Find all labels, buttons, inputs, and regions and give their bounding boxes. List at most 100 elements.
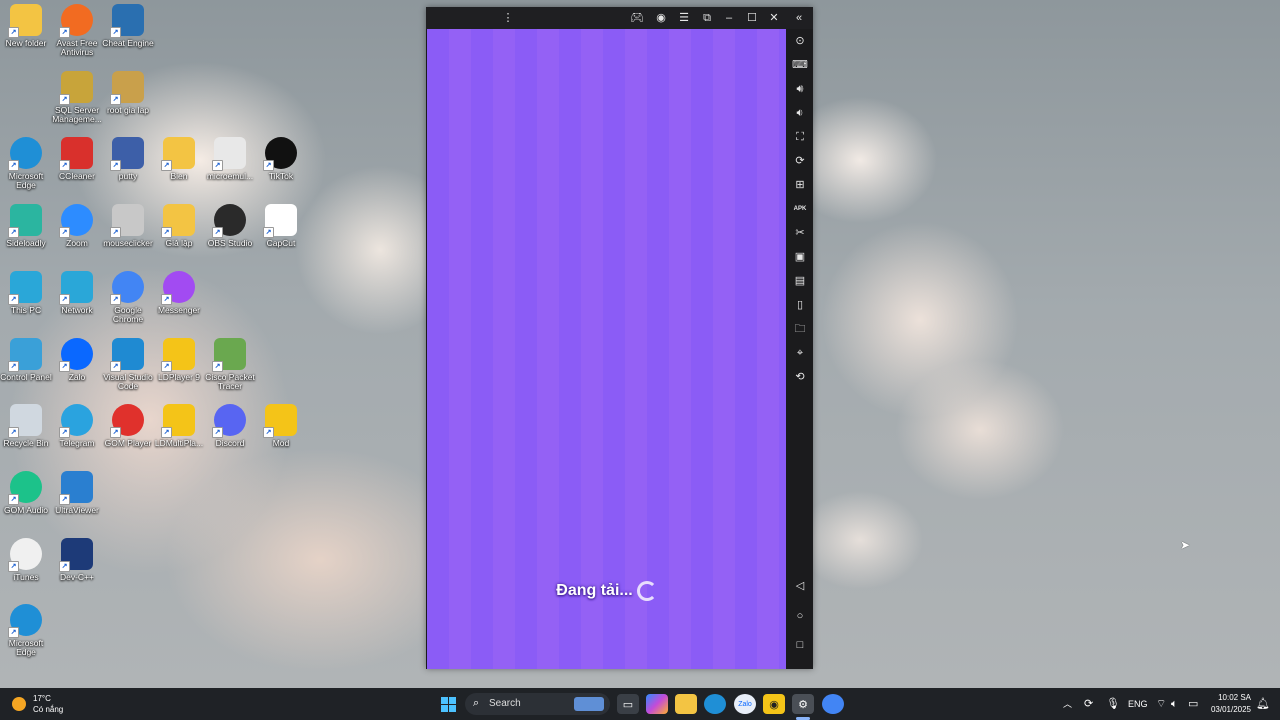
desktop-icon[interactable]: ↗ microemul... [203, 137, 257, 181]
desktop-icon[interactable]: ↗ New folder [0, 4, 53, 48]
desktop-icon[interactable]: ↗ Microsoft Edge [0, 604, 53, 657]
desktop-icon[interactable]: ↗ Control Panel [0, 337, 53, 382]
weather-icon[interactable] [12, 697, 26, 711]
cheat-engine-icon[interactable]: ⚙ [792, 694, 814, 714]
home-icon[interactable]: ○ [792, 608, 808, 624]
desktop-icon[interactable]: ↗ OBS Studio [203, 204, 257, 248]
desktop-icon[interactable]: ↗ Zalo [50, 337, 104, 382]
rotate-icon[interactable]: ⟲ [792, 369, 808, 385]
keyboard-icon[interactable]: ⌨ [792, 57, 808, 73]
file-explorer-icon[interactable] [675, 694, 697, 714]
gamepad-icon[interactable]: 🎮︎ [629, 10, 645, 26]
desktop-icon[interactable]: ↗ CCleaner [50, 137, 104, 181]
account-icon[interactable]: ◉ [653, 10, 669, 26]
desktop-icon[interactable]: ↗ root gia lap [101, 70, 155, 115]
desktop-icon-label: Giả lập [165, 238, 193, 249]
desktop-icon[interactable]: ↗ Network [50, 270, 104, 315]
folder-icon[interactable]: 🗀 [792, 321, 808, 337]
chrome-icon[interactable] [822, 694, 844, 714]
desktop-icon[interactable]: ↗ CapCut [254, 204, 308, 248]
ldplayer-icon[interactable]: ◉ [763, 694, 785, 714]
desktop-icon[interactable]: ↗ Giả lập [152, 204, 206, 248]
desktop-icon[interactable]: ↗ Cheat Engine [101, 4, 155, 48]
desktop-icon[interactable]: ↗ GOM Player [101, 404, 155, 448]
desktop-icon[interactable]: ↗ UltraViewer [50, 470, 104, 515]
shortcut-arrow-icon: ↗ [59, 227, 70, 239]
desktop-icon[interactable]: ↗ TikTok [254, 137, 308, 181]
desktop-icon-label: Zoom [66, 238, 88, 249]
desktop-icon[interactable]: ↗ Zoom [50, 204, 104, 248]
taskview-icon[interactable]: ▭ [617, 694, 639, 714]
minimize-icon[interactable]: – [721, 10, 737, 26]
desktop-icon[interactable]: ↗ Discord [203, 404, 257, 448]
edge-icon[interactable] [704, 694, 726, 714]
desktop-icon[interactable]: ↗ LDPlayer 9 [152, 337, 206, 382]
recent-apps-icon[interactable]: □ [792, 637, 808, 653]
battery-icon[interactable]: ▭ [1188, 688, 1198, 720]
shake-icon[interactable]: ▯ [792, 297, 808, 313]
volume-up-icon[interactable]: 🔊︎ [792, 81, 808, 97]
cut-icon[interactable]: ✂ [792, 225, 808, 241]
desktop-icon-label: Visual Studio Code [103, 371, 153, 391]
desktop-icon-label: Zalo [68, 371, 86, 382]
desktop-icon[interactable]: ↗ GOM Audio [0, 470, 53, 515]
screenshot-icon[interactable]: ⛶ [792, 129, 808, 145]
operation-record-icon[interactable]: ▤ [792, 273, 808, 289]
clock-date[interactable]: 03/01/2025 [1208, 705, 1251, 714]
desktop-icon[interactable]: ↗ Sideloadly [0, 204, 53, 248]
apk-icon[interactable]: APK [792, 201, 808, 217]
more-options-icon[interactable]: ⋮ [500, 10, 516, 26]
desktop-icon[interactable]: ↗ SQL Server Manageme... [50, 70, 104, 124]
close-icon[interactable]: ✕ [766, 10, 782, 26]
desktop-icon[interactable]: ↗ Mod [254, 404, 308, 448]
ccleaner-icon: ↗ [59, 137, 93, 172]
emulator-window[interactable]: ⋮ 🎮︎ ◉ ☰ ⧉ – ☐ ✕ « Đang tải... ⊙ ⌨ 🔊︎ 🔉︎… [426, 7, 813, 669]
titlebar[interactable]: ⋮ 🎮︎ ◉ ☰ ⧉ – ☐ ✕ « [426, 7, 813, 29]
desktop-icon[interactable]: ↗ Recycle Bin [0, 404, 53, 448]
desktop-icon[interactable]: ↗ mouseclicker [101, 204, 155, 248]
desktop-icon[interactable]: ↗ putty [101, 137, 155, 181]
weather-temp[interactable]: 17°C [33, 694, 51, 703]
shortcut-arrow-icon: ↗ [8, 560, 19, 572]
volume-icon[interactable]: 🔈︎ [1171, 688, 1178, 720]
location-icon[interactable]: ⌖ [792, 345, 808, 361]
multi-instance-icon[interactable]: ▣ [792, 249, 808, 265]
desktop-icon[interactable]: ↗ Google Chrome [101, 270, 155, 324]
settings-icon[interactable]: ⊙ [792, 33, 808, 49]
show-hidden-icons[interactable]: ︿ [1063, 688, 1072, 720]
zalo-icon[interactable]: Zalo [734, 694, 756, 714]
menu-icon[interactable]: ☰ [676, 10, 692, 26]
sync-tray-icon[interactable]: ⟳ [1084, 688, 1093, 720]
emulator-screen[interactable]: Đang tải... [427, 29, 786, 669]
language-indicator[interactable]: ENG [1128, 688, 1148, 720]
desktop-icon[interactable]: ↗ iTunes [0, 537, 53, 582]
start-icon[interactable] [437, 694, 459, 714]
maximize-icon[interactable]: ☐ [744, 10, 760, 26]
shortcut-arrow-icon: ↗ [161, 293, 172, 305]
desktop-icon[interactable]: ↗ Telegram [50, 404, 104, 448]
desktop-icon[interactable]: ↗ Visual Studio Code [101, 337, 155, 391]
mouse-cursor-icon: ➤ [1180, 538, 1191, 552]
desktop-icon[interactable]: ↗ Avast Free Antivirus [50, 4, 104, 57]
desktop-icon[interactable]: ↗ Cisco Packet Tracer [203, 337, 257, 391]
desktop-icon[interactable]: ↗ Dev-C++ [50, 537, 104, 582]
volume-down-icon[interactable]: 🔉︎ [792, 105, 808, 121]
collapse-sidebar-icon[interactable]: « [791, 10, 807, 26]
wifi-icon[interactable]: ⌔ [1156, 688, 1166, 720]
desktop-icon[interactable]: ↗ LDMultiPla... [152, 404, 206, 448]
notification-bell-icon[interactable]: 🔔︎ [1256, 688, 1270, 720]
desktop-icon[interactable]: ↗ Messenger [152, 270, 206, 315]
desktop-icon[interactable]: ↗ Bien [152, 137, 206, 181]
copilot-icon[interactable] [646, 694, 668, 714]
clock-time[interactable]: 10:02 SA [1208, 693, 1251, 702]
search-box[interactable]: ⌕ Search [465, 693, 610, 715]
weather-desc[interactable]: Có nắng [33, 705, 63, 714]
back-icon[interactable]: ◁ [792, 578, 808, 594]
resize-icon[interactable]: ⧉ [699, 10, 715, 26]
microphone-icon[interactable]: 🎙︎ [1106, 688, 1120, 720]
desktop-icon-label: LDPlayer 9 [157, 371, 201, 382]
desktop-icon[interactable]: ↗ Microsoft Edge [0, 137, 53, 190]
record-icon[interactable]: ⊞ [792, 177, 808, 193]
desktop-icon[interactable]: ↗ This PC [0, 270, 53, 315]
sync-icon[interactable]: ⟳ [792, 153, 808, 169]
